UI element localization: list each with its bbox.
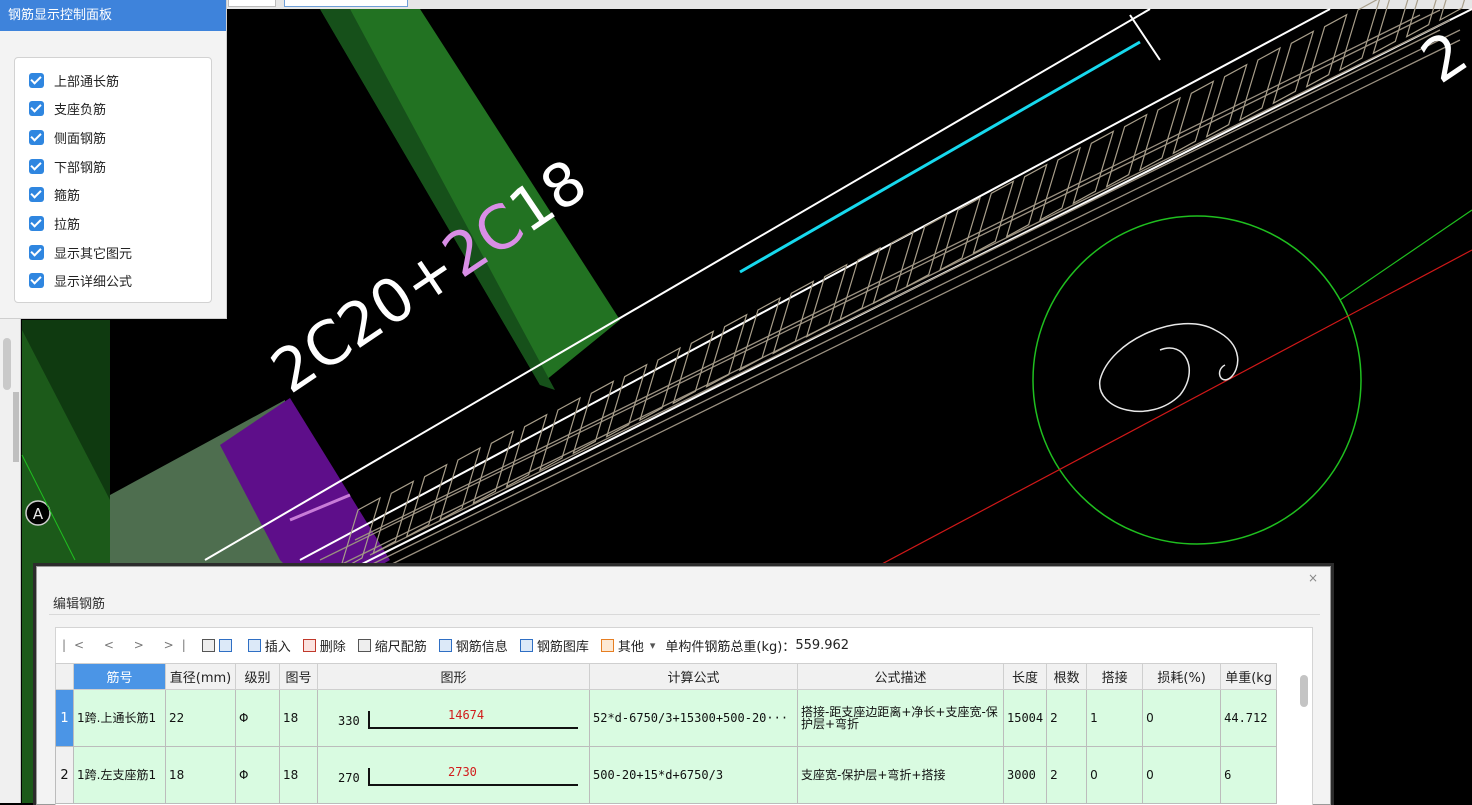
- cell-shape[interactable]: 270 2730: [317, 746, 590, 804]
- checkbox-checked-icon[interactable]: [29, 129, 44, 145]
- col-header[interactable]: 单重(kg: [1220, 663, 1278, 690]
- total-weight-label: 单构件钢筋总重(kg)：: [665, 639, 796, 655]
- col-header[interactable]: 计算公式: [589, 663, 798, 690]
- checkbox-checked-icon[interactable]: [29, 272, 44, 288]
- rebar-info-button[interactable]: 钢筋信息: [438, 636, 508, 655]
- shape-length: 14674: [448, 708, 485, 722]
- panel-title: 钢筋显示控制面板: [0, 0, 226, 31]
- left-side-strip: [0, 318, 21, 803]
- table-scrollbar[interactable]: [1300, 675, 1308, 707]
- checkbox-checked-icon[interactable]: [29, 244, 44, 260]
- cell-diameter[interactable]: 22: [165, 689, 236, 747]
- move-up-icon[interactable]: [201, 638, 215, 652]
- cell-length[interactable]: 3000: [1002, 746, 1048, 804]
- option-show-formula[interactable]: 显示详细公式: [29, 270, 132, 290]
- col-header[interactable]: 长度: [1002, 663, 1048, 690]
- col-header[interactable]: 公式描述: [797, 663, 1004, 690]
- scale-rebar-button[interactable]: 缩尺配筋: [357, 636, 427, 655]
- insert-icon: [247, 638, 261, 652]
- cell-desc[interactable]: 搭接-距支座边距离+净长+支座宽-保护层+弯折: [797, 689, 1004, 747]
- option-stirrup[interactable]: 箍筋: [29, 184, 80, 204]
- option-show-other[interactable]: 显示其它图元: [29, 242, 132, 262]
- checkbox-checked-icon[interactable]: [29, 215, 44, 231]
- rebar-display-control-panel: 钢筋显示控制面板 上部通长筋 支座负筋 侧面钢筋 下部钢筋 箍筋 拉筋 显示其它…: [0, 0, 227, 319]
- col-header[interactable]: 图号: [279, 663, 318, 690]
- col-header[interactable]: 根数: [1046, 663, 1088, 690]
- axis-label: A: [33, 505, 44, 523]
- row-number[interactable]: 1: [55, 689, 74, 747]
- rebar-table: 筋号 直径(mm) 级别 图号 图形 计算公式 公式描述 长度 根数 搭接 损耗…: [55, 663, 1278, 804]
- cell-count[interactable]: 2: [1046, 746, 1088, 804]
- option-side-rebar[interactable]: 侧面钢筋: [29, 127, 106, 147]
- col-header[interactable]: 级别: [235, 663, 280, 690]
- shape-length: 2730: [448, 765, 477, 779]
- cell-lap[interactable]: 0: [1086, 746, 1144, 804]
- checkbox-checked-icon[interactable]: [29, 186, 44, 202]
- cell-unit-weight[interactable]: 6: [1220, 746, 1278, 804]
- col-header[interactable]: 损耗(%): [1142, 663, 1222, 690]
- cell-desc[interactable]: 支座宽-保护层+弯折+搭接: [797, 746, 1004, 804]
- left-scrollbar[interactable]: [3, 338, 11, 390]
- cell-count[interactable]: 2: [1046, 689, 1088, 747]
- cell-length[interactable]: 15004: [1002, 689, 1048, 747]
- checkbox-checked-icon[interactable]: [29, 72, 44, 88]
- cell-grade[interactable]: Φ: [235, 746, 280, 804]
- cell-loss[interactable]: 0: [1142, 689, 1222, 747]
- option-support-negative[interactable]: 支座负筋: [29, 98, 106, 118]
- cell-loss[interactable]: 0: [1142, 746, 1222, 804]
- cell-figure[interactable]: 18: [279, 689, 318, 747]
- col-header[interactable]: 搭接: [1086, 663, 1144, 690]
- col-header[interactable]: 图形: [317, 663, 590, 690]
- close-icon[interactable]: ×: [1308, 571, 1318, 585]
- cell-unit-weight[interactable]: 44.712: [1220, 689, 1278, 747]
- move-down-icon[interactable]: [218, 638, 232, 652]
- option-bottom-rebar[interactable]: 下部钢筋: [29, 156, 106, 176]
- table-row[interactable]: 2 1跨.左支座筋1 18 Φ 18 270 2730 500-20+15*d+…: [55, 746, 1278, 804]
- dialog-title: 编辑钢筋: [53, 597, 106, 612]
- library-icon: [519, 638, 533, 652]
- shape-lead: 330: [338, 714, 360, 728]
- document-icon: [438, 638, 452, 652]
- checkbox-checked-icon[interactable]: [29, 100, 44, 116]
- cell-shape[interactable]: 330 14674: [317, 689, 590, 747]
- table-row[interactable]: 1 1跨.上通长筋1 22 Φ 18 330 14674 52*d-6750/3…: [55, 689, 1278, 747]
- record-nav-buttons[interactable]: |< < > >|: [62, 638, 194, 652]
- edit-rebar-dialog: × 编辑钢筋 |< < > >| 插入 删除 缩尺配筋 钢筋信息 钢筋图库 其他…: [36, 566, 1331, 805]
- row-number[interactable]: 2: [55, 746, 74, 804]
- total-weight-value: 559.962: [795, 637, 850, 653]
- cell-name[interactable]: 1跨.左支座筋1: [73, 746, 166, 804]
- cell-lap[interactable]: 1: [1086, 689, 1144, 747]
- chevron-down-icon: ▾: [649, 638, 656, 652]
- delete-icon: [302, 638, 316, 652]
- cell-formula[interactable]: 500-20+15*d+6750/3: [589, 746, 798, 804]
- insert-button[interactable]: 插入: [247, 636, 291, 655]
- ruler-icon: [357, 638, 371, 652]
- dialog-toolbar: |< < > >| 插入 删除 缩尺配筋 钢筋信息 钢筋图库 其他 ▾ 单构件钢筋…: [56, 628, 1312, 662]
- col-header[interactable]: 筋号: [73, 663, 166, 690]
- cell-formula[interactable]: 52*d-6750/3+15300+500-20···: [589, 689, 798, 747]
- cell-grade[interactable]: Φ: [235, 689, 280, 747]
- option-tie[interactable]: 拉筋: [29, 213, 80, 233]
- delete-button[interactable]: 删除: [302, 636, 346, 655]
- collapse-handle[interactable]: [13, 392, 19, 462]
- other-menu-button[interactable]: 其他 ▾: [600, 636, 656, 655]
- shape-lead: 270: [338, 771, 360, 785]
- cell-name[interactable]: 1跨.上通长筋1: [73, 689, 166, 747]
- option-top-continuous[interactable]: 上部通长筋: [29, 70, 119, 90]
- table-header: 筋号 直径(mm) 级别 图号 图形 计算公式 公式描述 长度 根数 搭接 损耗…: [55, 663, 1278, 690]
- panel-checkbox-group: 上部通长筋 支座负筋 侧面钢筋 下部钢筋 箍筋 拉筋 显示其它图元 显示详细公式: [14, 57, 212, 303]
- cell-figure[interactable]: 18: [279, 746, 318, 804]
- rebar-library-button[interactable]: 钢筋图库: [519, 636, 589, 655]
- checkbox-checked-icon[interactable]: [29, 158, 44, 174]
- col-header[interactable]: 直径(mm): [165, 663, 236, 690]
- cell-diameter[interactable]: 18: [165, 746, 236, 804]
- other-icon: [600, 638, 614, 652]
